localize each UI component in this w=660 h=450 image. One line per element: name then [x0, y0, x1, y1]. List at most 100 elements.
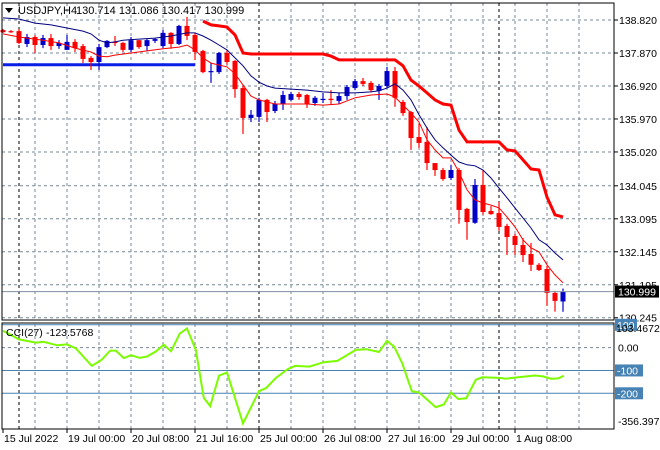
price-axis-label: 133.095 — [619, 214, 657, 226]
candlestick[interactable] — [120, 41, 126, 52]
candle-body — [432, 163, 438, 171]
candlestick[interactable] — [88, 56, 94, 71]
candlestick[interactable] — [272, 100, 278, 114]
candlestick[interactable] — [24, 33, 30, 48]
candlestick[interactable] — [80, 43, 86, 64]
candle-body — [544, 268, 550, 293]
candlestick[interactable] — [160, 30, 166, 49]
candle-body — [328, 98, 334, 101]
time-axis-label: 19 Jul 00:00 — [68, 433, 125, 445]
candlestick[interactable] — [432, 163, 438, 176]
ohlc-values: 130.714 131.086 130.417 130.999 — [76, 5, 244, 17]
candlestick[interactable] — [104, 40, 110, 49]
candle-body — [184, 25, 190, 36]
candlestick[interactable] — [464, 207, 470, 240]
candle-body — [304, 95, 310, 105]
candle-body — [320, 98, 326, 101]
candlestick[interactable] — [552, 290, 558, 312]
candlestick[interactable] — [408, 110, 414, 150]
candlestick[interactable] — [192, 32, 198, 60]
candlestick[interactable] — [0, 29, 6, 33]
fast-moving-average-line — [2, 33, 564, 284]
candlestick[interactable] — [360, 77, 366, 86]
candlestick[interactable] — [8, 30, 14, 33]
candlestick[interactable] — [200, 49, 206, 74]
candle-body — [408, 112, 414, 139]
candlestick[interactable] — [504, 223, 510, 256]
time-axis-label: 20 Jul 08:00 — [132, 433, 189, 445]
candlestick[interactable] — [368, 81, 374, 92]
candlestick[interactable] — [288, 91, 294, 101]
cci-indicator-panel[interactable]: CCI(27) -123.5768 — [2, 324, 614, 427]
candle-body — [32, 37, 38, 46]
candlestick[interactable] — [448, 164, 454, 181]
candlestick[interactable] — [320, 92, 326, 103]
candlestick[interactable] — [136, 40, 142, 49]
candlestick[interactable] — [240, 85, 246, 134]
triangle-down-icon[interactable] — [5, 8, 13, 13]
candlestick[interactable] — [416, 123, 422, 148]
candlestick[interactable] — [216, 51, 222, 74]
candlestick[interactable] — [472, 179, 478, 224]
candle-body — [80, 46, 86, 59]
candle-body — [256, 99, 262, 117]
candlestick[interactable] — [440, 167, 446, 181]
candlestick[interactable] — [248, 109, 254, 123]
candle-body — [352, 81, 358, 89]
candlestick[interactable] — [168, 32, 174, 49]
candle-body — [560, 291, 566, 302]
candle-body — [8, 31, 14, 33]
chart-header: USDJPY,H4 130.714 131.086 130.417 130.99… — [5, 5, 244, 17]
candlestick[interactable] — [40, 34, 46, 49]
candle-body — [120, 42, 126, 50]
candlestick[interactable] — [144, 39, 150, 51]
price-axis-label: 137.870 — [619, 48, 657, 60]
candle-body — [344, 87, 350, 97]
candlestick[interactable] — [296, 91, 302, 100]
candlestick[interactable] — [232, 59, 238, 98]
candle-body — [496, 213, 502, 227]
price-chart[interactable]: CCI(27) -123.5768 138.820137.870136.92013… — [0, 0, 660, 450]
candlestick[interactable] — [392, 66, 398, 107]
candlestick[interactable] — [32, 34, 38, 53]
candle-body — [240, 88, 246, 118]
candle-body — [440, 170, 446, 180]
candle-body — [296, 93, 302, 98]
candlestick[interactable] — [384, 66, 390, 89]
time-axis-label: 29 Jul 00:00 — [452, 433, 509, 445]
candle-body — [224, 52, 230, 63]
symbol-label: USDJPY,H4 — [18, 5, 77, 17]
candlestick[interactable] — [480, 170, 486, 215]
candlestick[interactable] — [352, 79, 358, 91]
candle-body — [128, 40, 134, 50]
candlestick[interactable] — [488, 206, 494, 215]
time-axis-label: 15 Jul 2022 — [4, 433, 58, 445]
candlestick[interactable] — [64, 34, 70, 50]
candle-body — [280, 95, 286, 105]
candlestick[interactable] — [336, 92, 342, 105]
candle-body — [416, 137, 422, 143]
candle-body — [208, 71, 214, 73]
candlestick[interactable] — [424, 126, 430, 171]
candlestick[interactable] — [256, 97, 262, 123]
candlestick[interactable] — [152, 38, 158, 43]
candlestick[interactable] — [56, 40, 62, 49]
candle-body — [216, 52, 222, 73]
main-plot-area[interactable] — [0, 16, 615, 312]
time-axis-label: 1 Aug 08:00 — [516, 433, 572, 445]
candlestick[interactable] — [72, 39, 78, 52]
candlestick[interactable] — [280, 90, 286, 110]
time-axis-label: 21 Jul 16:00 — [196, 433, 253, 445]
candlestick[interactable] — [496, 201, 502, 231]
candlestick[interactable] — [376, 83, 382, 100]
candlestick[interactable] — [544, 265, 550, 306]
metatrader-chart-window: CCI(27) -123.5768 138.820 137.870 136.920 13… — [0, 0, 660, 450]
candlestick[interactable] — [536, 263, 542, 272]
candlestick[interactable] — [304, 93, 310, 108]
main-panel-border — [1, 2, 615, 321]
candle-body — [512, 235, 518, 246]
candlestick[interactable] — [400, 99, 406, 116]
candle-body — [160, 32, 166, 47]
candle-body — [272, 104, 278, 111]
candlestick[interactable] — [208, 63, 214, 83]
